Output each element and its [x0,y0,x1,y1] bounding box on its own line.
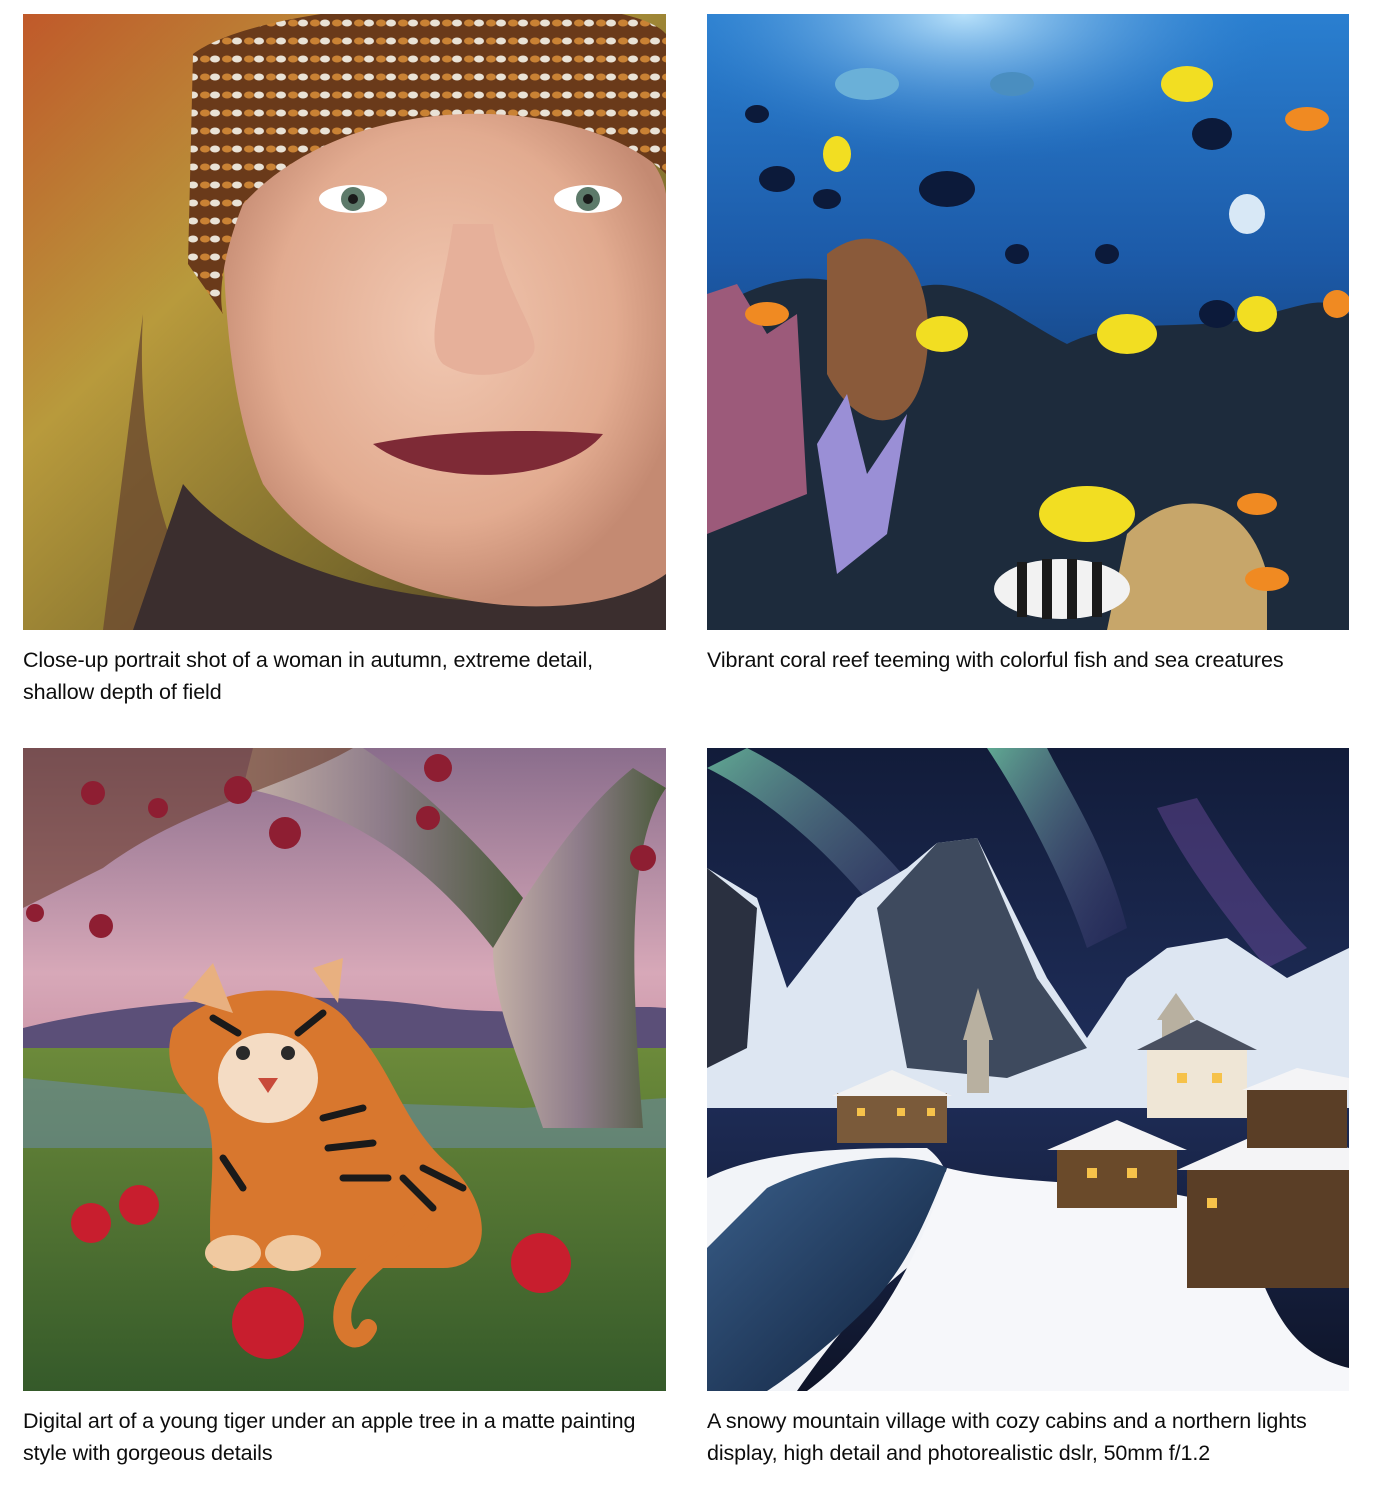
tiger-image[interactable] [23,748,666,1391]
image-caption: A snowy mountain village with cozy cabin… [707,1409,1307,1465]
gallery-card-portrait: Close-up portrait shot of a woman in aut… [23,14,666,708]
portrait-image[interactable] [23,14,666,630]
snowy-village-image[interactable] [707,748,1349,1391]
image-caption: Digital art of a young tiger under an ap… [23,1409,636,1465]
image-caption: Close-up portrait shot of a woman in aut… [23,648,594,704]
gallery-card-snowy-village: A snowy mountain village with cozy cabin… [707,748,1349,1469]
coral-reef-image[interactable] [707,14,1349,630]
gallery-card-coral-reef: Vibrant coral reef teeming with colorful… [707,14,1349,676]
image-caption: Vibrant coral reef teeming with colorful… [707,648,1284,672]
gallery-card-tiger: Digital art of a young tiger under an ap… [23,748,666,1469]
